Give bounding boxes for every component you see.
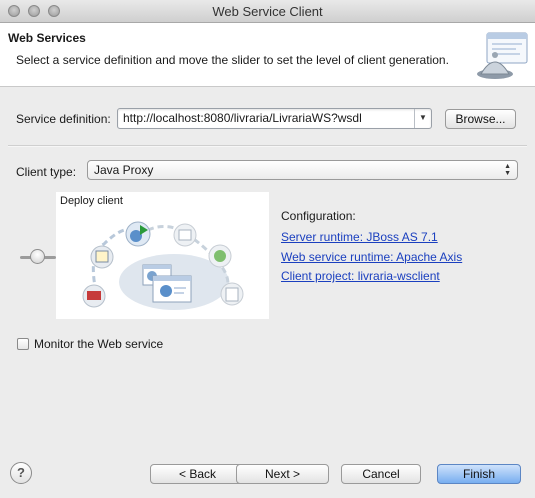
page-description: Select a service definition and move the…	[16, 53, 449, 67]
client-type-select[interactable]: Java Proxy ▲ ▼	[87, 160, 518, 180]
chevron-down-icon[interactable]: ▼	[414, 109, 431, 128]
help-icon[interactable]: ?	[10, 462, 32, 484]
next-button[interactable]: Next >	[236, 464, 329, 484]
cancel-button[interactable]: Cancel	[341, 464, 421, 484]
monitor-checkbox[interactable]	[17, 338, 29, 350]
finish-button[interactable]: Finish	[437, 464, 521, 484]
web-service-runtime-link[interactable]: Web service runtime: Apache Axis	[281, 250, 462, 264]
server-runtime-link[interactable]: Server runtime: JBoss AS 7.1	[281, 230, 438, 244]
client-project-link[interactable]: Client project: livraria-wsclient	[281, 269, 440, 283]
select-arrows-icon: ▲ ▼	[504, 163, 511, 177]
web-service-wizard-icon	[477, 32, 528, 79]
back-button[interactable]: < Back	[150, 464, 245, 484]
wizard-banner: Web Services Select a service definition…	[0, 23, 535, 87]
client-generation-diagram: Deploy client	[56, 192, 269, 319]
diagram-graphic	[82, 221, 244, 310]
client-type-value: Java Proxy	[94, 163, 154, 177]
separator	[8, 145, 527, 147]
window-title: Web Service Client	[212, 4, 323, 19]
browse-button[interactable]: Browse...	[445, 109, 516, 129]
generation-level-slider-thumb[interactable]	[30, 249, 45, 264]
client-type-label: Client type:	[16, 165, 77, 179]
title-bar: Web Service Client	[0, 0, 535, 23]
monitor-label[interactable]: Monitor the Web service	[34, 337, 163, 351]
service-definition-label: Service definition:	[16, 112, 111, 126]
web-service-client-dialog: Web Service Client Web Services Select a…	[0, 0, 535, 498]
configuration-title: Configuration:	[281, 209, 356, 223]
service-definition-combo[interactable]: http://localhost:8080/livraria/LivrariaW…	[117, 108, 432, 129]
service-definition-value[interactable]: http://localhost:8080/livraria/LivrariaW…	[123, 111, 362, 125]
page-title: Web Services	[8, 31, 86, 45]
